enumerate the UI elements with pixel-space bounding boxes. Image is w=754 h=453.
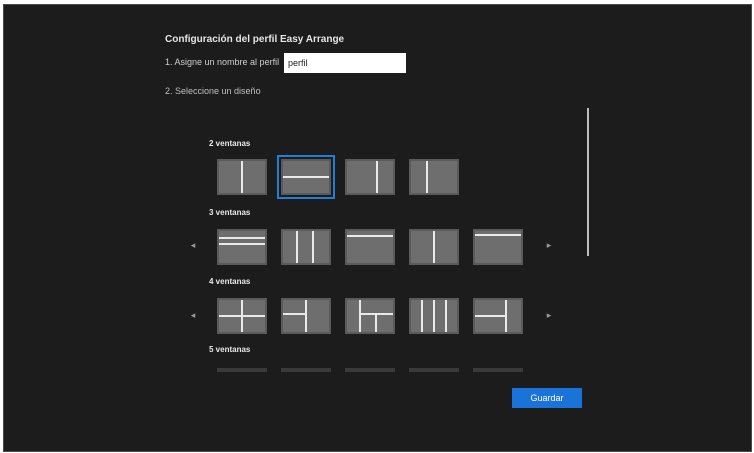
- group-label-5-windows: 5 ventanas: [209, 345, 251, 354]
- layout-4-windows-columns[interactable]: [409, 298, 459, 334]
- layout-3-windows-columns[interactable]: [281, 229, 331, 265]
- layout-5-windows-option[interactable]: [473, 368, 523, 372]
- layout-5-windows-option[interactable]: [345, 368, 395, 372]
- layout-5-windows-option[interactable]: [217, 368, 267, 372]
- layout-3-windows-rows[interactable]: [217, 229, 267, 265]
- group-label-2-windows: 2 ventanas: [209, 139, 251, 148]
- profile-name-label: 1. Asigne un nombre al perfil: [165, 57, 280, 67]
- layout-3-windows-center-split[interactable]: [409, 229, 459, 265]
- chevron-right-icon[interactable]: ▸: [544, 238, 554, 252]
- dialog-title: Configuración del perfil Easy Arrange: [165, 34, 345, 45]
- layout-2-windows-wide-right[interactable]: [409, 159, 459, 195]
- chevron-right-icon[interactable]: ▸: [544, 308, 554, 322]
- layout-4-windows-mixed[interactable]: [473, 298, 523, 334]
- layout-list-scrollbar[interactable]: [587, 108, 589, 256]
- chevron-left-icon[interactable]: ◂: [188, 238, 198, 252]
- layout-4-windows-grid[interactable]: [217, 298, 267, 334]
- layout-2-windows-horizontal-split[interactable]: [277, 155, 335, 199]
- group-label-3-windows: 3 ventanas: [209, 208, 251, 217]
- layout-2-windows-vertical-split[interactable]: [217, 159, 267, 195]
- select-layout-label: 2. Seleccione un diseño: [165, 86, 261, 96]
- layout-5-windows-option[interactable]: [409, 368, 459, 372]
- layout-3-windows-single[interactable]: [473, 229, 523, 265]
- layout-4-windows-left-stack[interactable]: [281, 298, 331, 334]
- layout-2-windows-wide-left[interactable]: [345, 159, 395, 195]
- layout-4-windows-right-stack[interactable]: [345, 298, 395, 334]
- group-label-4-windows: 4 ventanas: [209, 277, 251, 286]
- layout-5-windows-option[interactable]: [281, 368, 331, 372]
- profile-name-input[interactable]: [284, 53, 406, 73]
- save-button[interactable]: Guardar: [512, 388, 582, 408]
- layout-3-windows-top-wide[interactable]: [345, 229, 395, 265]
- chevron-left-icon[interactable]: ◂: [188, 308, 198, 322]
